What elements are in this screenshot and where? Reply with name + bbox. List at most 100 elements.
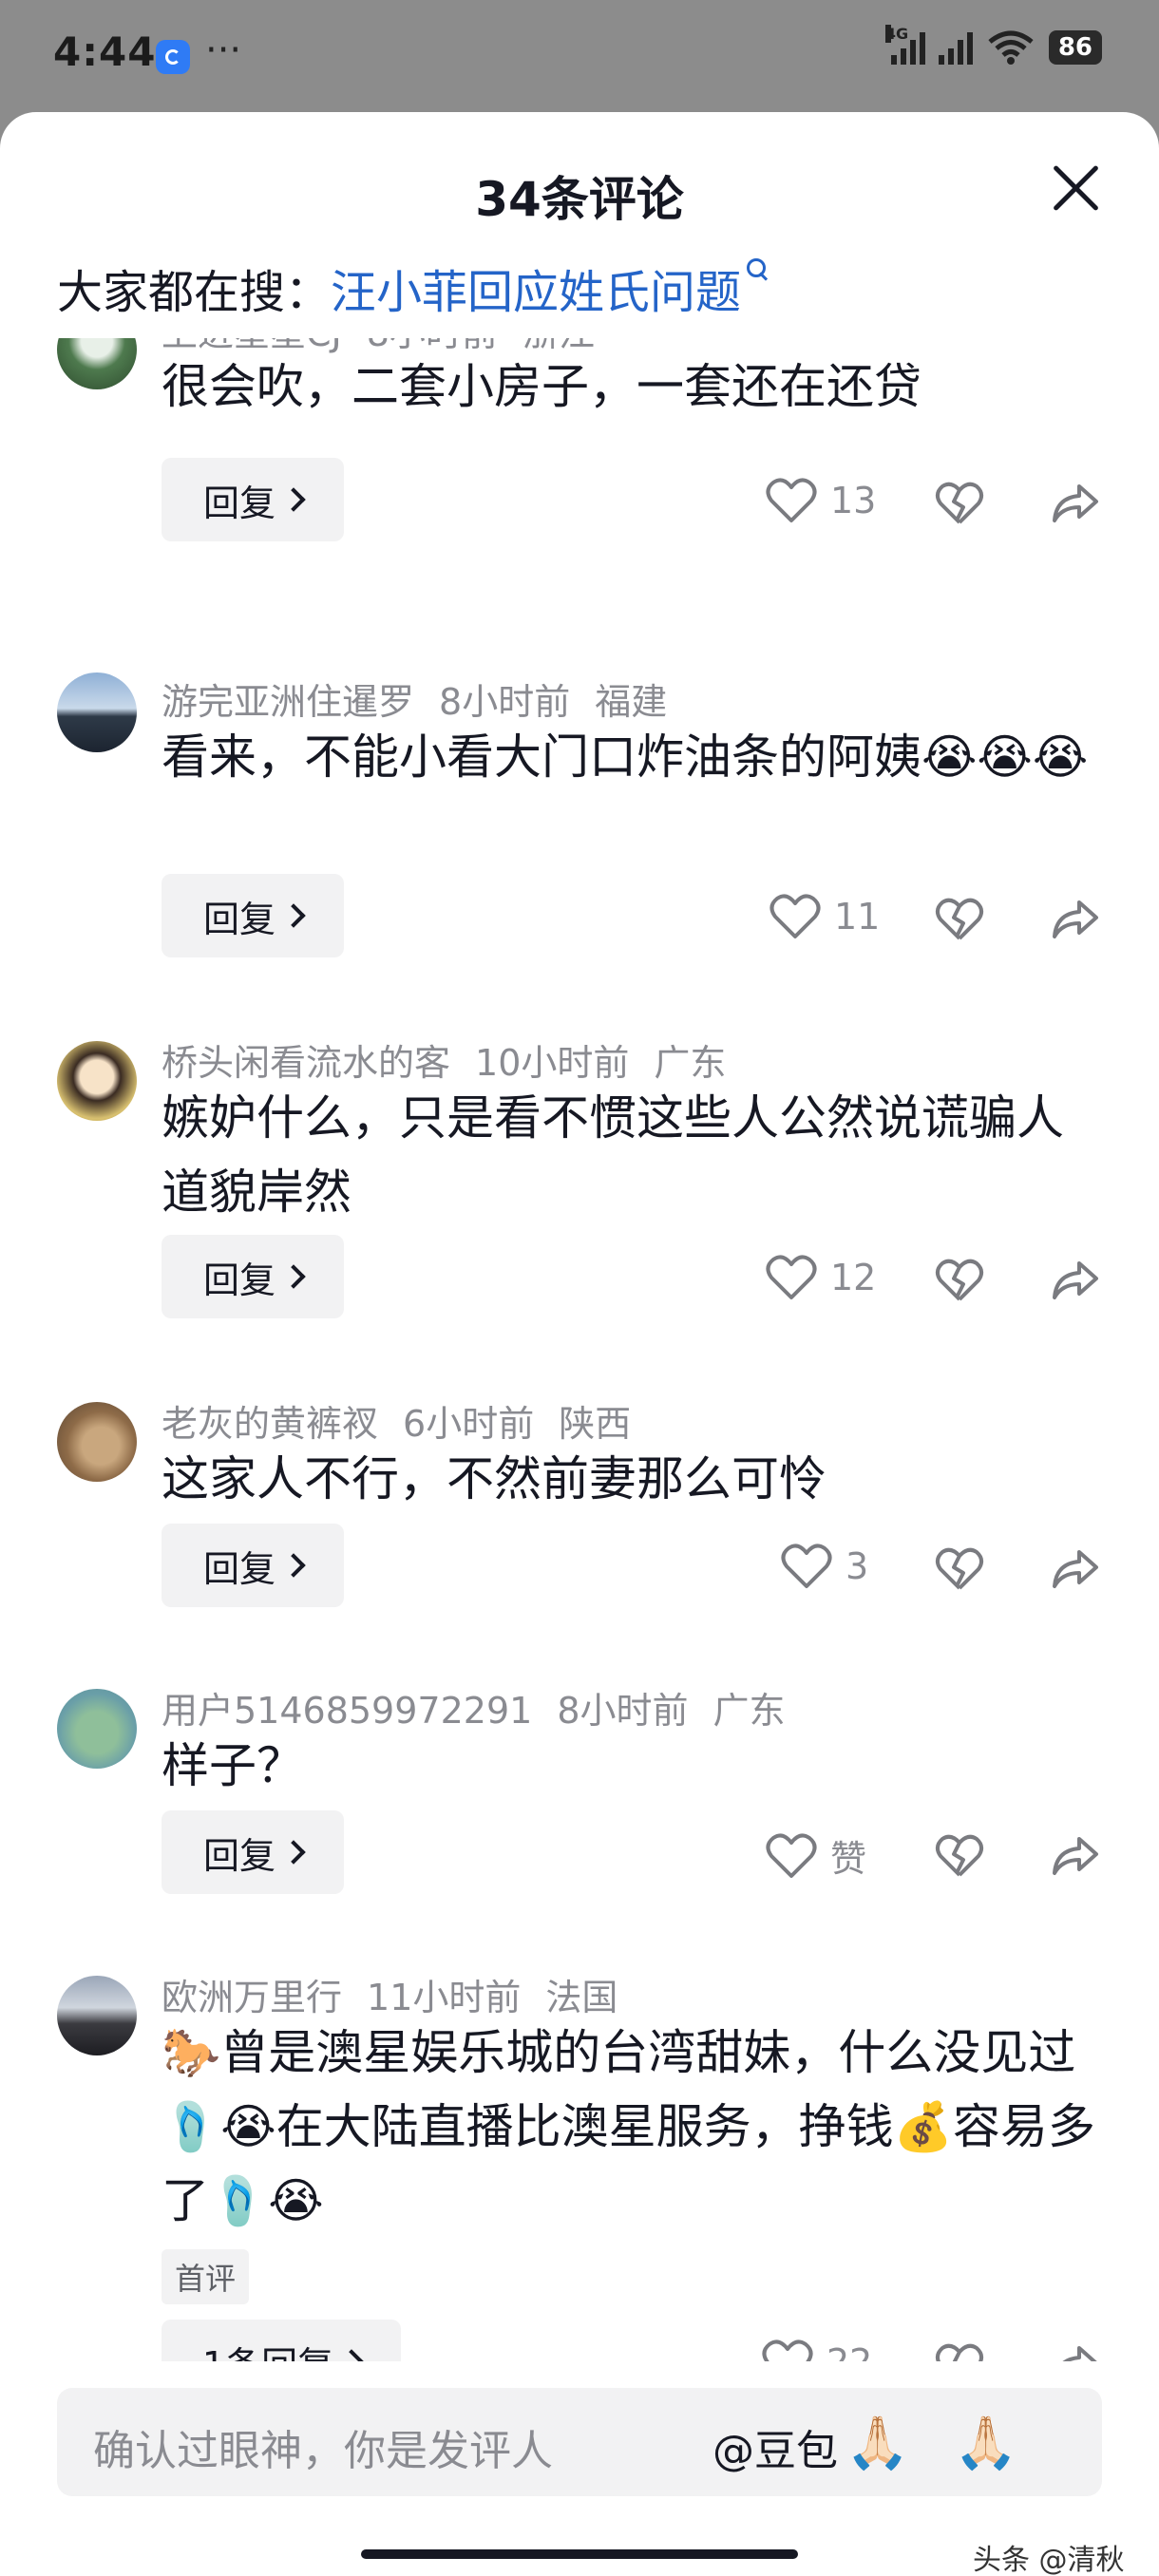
broken-heart-icon[interactable] <box>935 897 984 942</box>
heart-icon <box>770 894 821 938</box>
avatar[interactable] <box>57 338 137 389</box>
close-icon[interactable] <box>1049 161 1102 215</box>
reply-button[interactable]: 回复 <box>162 1524 344 1607</box>
like-button[interactable]: 赞 <box>766 1829 866 1882</box>
comment-meta: 老灰的黄裤衩 6小时前 陕西 <box>162 1394 656 1447</box>
comment-text: 嫉妒什么，只是看不惯这些人公然说谎骗人道貌岸然 <box>162 1090 1064 1220</box>
chevron-right-icon <box>281 903 306 928</box>
wifi-icon <box>988 30 1034 65</box>
comment-text: 很会吹，二套小房子，一套还在还贷 <box>162 359 922 414</box>
comment-text: 样子？ <box>162 1738 304 1793</box>
reply-label: 回复 <box>202 1547 276 1590</box>
share-icon[interactable] <box>1051 1546 1100 1592</box>
comment-sheet: 34条评论 大家都在搜： 汪小菲回应姓氏问题 上进星星CJ8小时前浙江 很会吹，… <box>0 112 1159 2576</box>
like-button[interactable]: 22 <box>762 2339 872 2361</box>
comment-meta: 游完亚洲住暹罗 8小时前 福建 <box>162 672 692 725</box>
reply-label: 回复 <box>202 482 276 524</box>
avatar[interactable] <box>57 1689 137 1769</box>
broken-heart-icon[interactable] <box>935 1258 984 1303</box>
comment-location: 陕西 <box>559 1403 632 1445</box>
comment-text: 看来，不能小看大门口炸油条的阿姨😭😭😭 <box>162 729 1089 785</box>
reply-button[interactable]: 回复 <box>162 874 344 957</box>
reply-label: 回复 <box>202 1834 276 1877</box>
comment-input[interactable]: 确认过眼神，你是发评人 @豆包 🙏🏻 🙏🏻 <box>57 2388 1102 2496</box>
like-count: 11 <box>834 896 881 938</box>
comment-time: 11小时前 <box>367 1977 522 2018</box>
comment-meta: 桥头闲看流水的客 10小时前 广东 <box>162 1033 750 1086</box>
comment-location: 法国 <box>545 1977 618 2018</box>
heart-icon <box>766 478 817 522</box>
view-replies-button[interactable]: 1条回复 <box>162 2320 401 2361</box>
pray-emoji-button[interactable]: 🙏🏻 <box>846 2413 909 2473</box>
chevron-right-icon <box>281 1553 306 1578</box>
username[interactable]: 欧洲万里行 <box>162 1977 342 2018</box>
comment-location: 福建 <box>595 681 668 723</box>
chevron-right-icon <box>281 1840 306 1865</box>
comment-input-placeholder: 确认过眼神，你是发评人 <box>93 2427 553 2475</box>
heart-icon <box>766 1255 817 1299</box>
like-count: 13 <box>830 480 877 521</box>
username[interactable]: 桥头闲看流水的客 <box>162 1042 450 1084</box>
share-icon[interactable] <box>1051 1258 1100 1303</box>
avatar[interactable] <box>57 1976 137 2055</box>
search-icon <box>745 255 771 291</box>
reply-button[interactable]: 回复 <box>162 1235 344 1318</box>
status-bar: 4:44 ··· 4G 86 <box>0 0 1159 112</box>
comment-meta: 用户5146859972291 8小时前 广东 <box>162 1681 810 1733</box>
reply-label: 1条回复 <box>202 2336 333 2362</box>
search-prefix: 大家都在搜： <box>57 266 332 319</box>
share-icon[interactable] <box>1051 481 1100 526</box>
comment-meta: 欧洲万里行 11小时前 法国 <box>162 1968 642 2020</box>
like-button[interactable]: 12 <box>766 1254 876 1301</box>
mention-button[interactable]: @豆包 <box>712 2416 838 2477</box>
comment-time: 6小时前 <box>403 1403 535 1445</box>
like-button[interactable]: 3 <box>781 1543 868 1590</box>
like-button[interactable]: 11 <box>770 893 880 940</box>
chevron-right-icon <box>339 2349 364 2361</box>
signal-4g-icon: 4G <box>884 25 925 65</box>
comment-location: 广东 <box>654 1042 727 1084</box>
trending-search-link[interactable]: 汪小菲回应姓氏问题 <box>331 255 741 321</box>
like-count: 22 <box>826 2341 872 2361</box>
network-type-label: 4G <box>884 25 909 43</box>
trending-search-row: 大家都在搜： 汪小菲回应姓氏问题 <box>57 255 771 321</box>
username[interactable]: 游完亚洲住暹罗 <box>162 681 414 723</box>
comment-text: 这家人不行，不然前妻那么可怜 <box>162 1451 826 1506</box>
broken-heart-icon[interactable] <box>935 1833 984 1879</box>
first-comment-badge: 首评 <box>162 2249 250 2304</box>
status-indicators: 4G 86 <box>884 25 1102 65</box>
home-indicator[interactable] <box>361 2549 798 2559</box>
avatar[interactable] <box>57 672 137 752</box>
share-icon[interactable] <box>1051 897 1100 942</box>
battery-indicator: 86 <box>1048 30 1102 65</box>
reply-button[interactable]: 回复 <box>162 458 344 541</box>
chevron-right-icon <box>281 1264 306 1289</box>
signal-sim2-icon <box>938 30 973 65</box>
watermark: 头条 @清秋 <box>973 2544 1125 2576</box>
heart-icon <box>762 2339 813 2361</box>
avatar[interactable] <box>57 1402 137 1482</box>
share-icon[interactable] <box>1051 1833 1100 1879</box>
reply-button[interactable]: 回复 <box>162 1810 344 1894</box>
app-notification-icon <box>156 40 190 74</box>
status-time: 4:44 <box>53 28 157 75</box>
broken-heart-icon[interactable] <box>935 481 984 526</box>
comment-time: 8小时前 <box>557 1690 689 1732</box>
broken-heart-icon[interactable] <box>935 2342 984 2361</box>
comment-text: 🐎曾是澳星娱乐城的台湾甜妹，什么没见过🩴😭在大陆直播比澳星服务，挣钱💰容易多了🩴… <box>162 2025 1095 2228</box>
chevron-right-icon <box>281 487 306 512</box>
avatar[interactable] <box>57 1041 137 1121</box>
username[interactable]: 用户5146859972291 <box>162 1690 532 1732</box>
heart-icon <box>781 1544 832 1588</box>
like-count: 12 <box>830 1257 877 1298</box>
pray-emoji-button-2[interactable]: 🙏🏻 <box>954 2413 1017 2473</box>
like-button[interactable]: 13 <box>766 477 876 524</box>
more-notifications-icon: ··· <box>205 28 242 72</box>
comment-count-title: 34条评论 <box>475 172 684 227</box>
reply-label: 回复 <box>202 1259 276 1301</box>
share-icon[interactable] <box>1051 2342 1100 2361</box>
comment-location: 广东 <box>712 1690 786 1732</box>
broken-heart-icon[interactable] <box>935 1546 984 1592</box>
comment-list[interactable]: 上进星星CJ8小时前浙江 很会吹，二套小房子，一套还在还贷 回复 13 游完亚洲… <box>0 338 1159 2361</box>
username[interactable]: 老灰的黄裤衩 <box>162 1403 378 1445</box>
